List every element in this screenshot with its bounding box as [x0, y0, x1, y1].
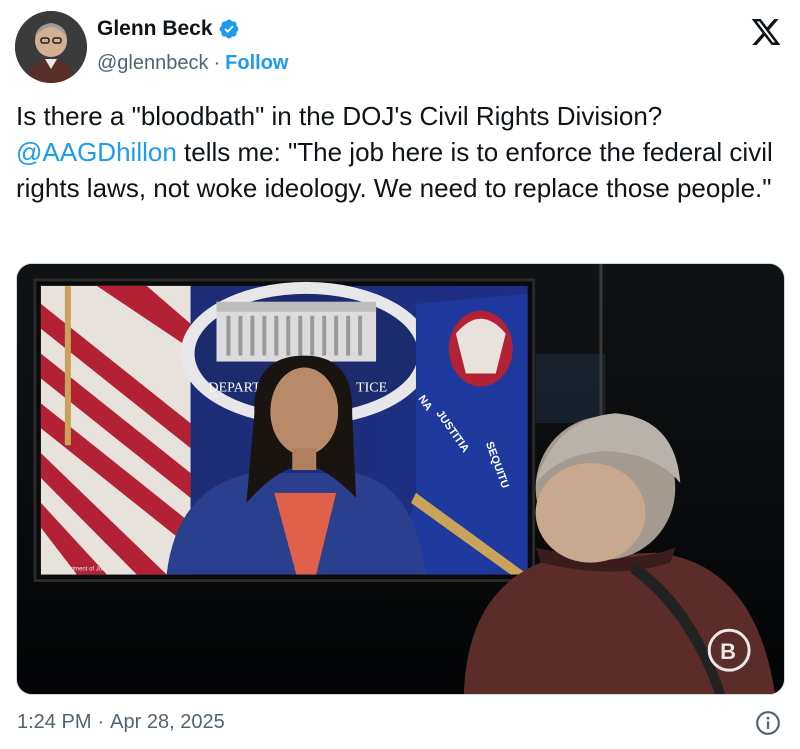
mention-link[interactable]: @AAGDhillon: [16, 137, 177, 167]
author-handle-row: @glennbeck · Follow: [97, 52, 288, 75]
follow-button[interactable]: Follow: [225, 52, 288, 75]
author-avatar[interactable]: [15, 11, 87, 83]
seal-text-right: TICE: [356, 380, 387, 395]
tweet-media-image[interactable]: DEPARTM TICE JUSTITIA SEQUITU NA U.S. De…: [16, 263, 785, 695]
tweet-timestamp[interactable]: 1:24 PM · Apr 28, 2025: [17, 711, 225, 734]
handle-separator: ·: [213, 52, 221, 74]
author-handle[interactable]: @glennbeck: [97, 52, 208, 75]
timestamp-separator: ·: [97, 711, 105, 733]
tweet-text: Is there a "bloodbath" in the DOJ's Civi…: [16, 98, 786, 206]
author-display-name[interactable]: Glenn Beck: [97, 17, 213, 41]
svg-text:B: B: [720, 639, 736, 664]
us-flag-graphic: [40, 285, 191, 575]
tweet-date: Apr 28, 2025: [110, 711, 225, 733]
author-name-row: Glenn Beck: [97, 17, 240, 41]
verified-badge-icon: [218, 18, 240, 40]
tweet-time: 1:24 PM: [17, 711, 92, 733]
x-logo-icon[interactable]: [749, 16, 783, 48]
info-icon[interactable]: [755, 710, 781, 736]
screen-caption: U.S. Department of Justice: [43, 567, 115, 573]
tweet-text-line1: Is there a "bloodbath" in the DOJ's Civi…: [16, 101, 663, 131]
